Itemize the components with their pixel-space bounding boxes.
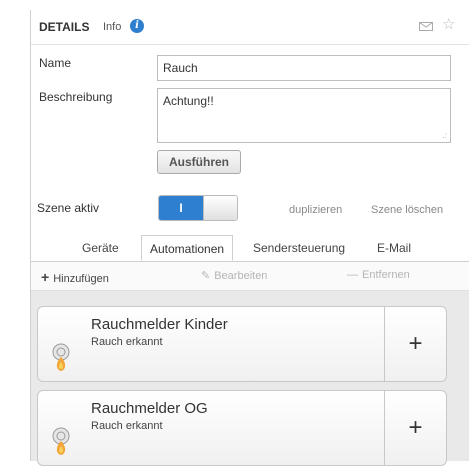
tab-email[interactable]: E-Mail	[377, 241, 411, 255]
remove-label: Entfernen	[362, 269, 410, 281]
list-item[interactable]: Rauchmelder Kinder Rauch erkannt +	[37, 306, 447, 382]
description-label: Beschreibung	[39, 90, 113, 104]
plus-icon[interactable]: +	[385, 391, 446, 465]
minus-icon: —	[347, 269, 358, 281]
automation-title: Rauchmelder OG	[91, 400, 208, 417]
details-panel: DETAILS Info i ☆ Name Rauch Beschreibung…	[30, 10, 469, 466]
name-field[interactable]: Rauch	[157, 55, 451, 81]
edit-button[interactable]: ✎ Bearbeiten	[201, 269, 267, 282]
delete-scene-link[interactable]: Szene löschen	[371, 204, 443, 216]
edit-label: Bearbeiten	[214, 270, 268, 282]
tab-devices[interactable]: Geräte	[82, 241, 119, 255]
remove-button[interactable]: — Entfernen	[347, 269, 410, 281]
automation-title: Rauchmelder Kinder	[91, 316, 228, 333]
name-label: Name	[39, 56, 72, 70]
execute-button[interactable]: Ausführen	[157, 150, 241, 174]
pencil-icon: ✎	[201, 270, 211, 282]
tab-transmitter-control[interactable]: Sendersteuerung	[253, 241, 345, 255]
add-label: Hinzufügen	[53, 273, 109, 285]
automation-toolbar: + Hinzufügen ✎ Bearbeiten — Entfernen	[31, 262, 469, 291]
details-header: DETAILS Info i ☆	[31, 10, 469, 45]
automation-status: Rauch erkannt	[91, 420, 163, 432]
tab-bar: Geräte Automationen Sendersteuerung E-Ma…	[31, 235, 469, 262]
add-button[interactable]: + Hinzufügen	[41, 269, 109, 285]
list-item[interactable]: Rauchmelder OG Rauch erkannt +	[37, 390, 447, 466]
description-text: Achtung!!	[163, 94, 214, 108]
automation-status: Rauch erkannt	[91, 336, 163, 348]
plus-icon: +	[41, 269, 50, 285]
details-title: DETAILS	[39, 20, 90, 34]
scene-active-label: Szene aktiv	[37, 201, 100, 215]
info-icon[interactable]: i	[130, 19, 144, 33]
smoke-detector-icon	[52, 343, 70, 371]
scene-active-toggle[interactable]: I	[158, 195, 238, 221]
toggle-on-segment: I	[159, 196, 203, 220]
star-icon[interactable]: ☆	[442, 15, 455, 33]
plus-icon[interactable]: +	[385, 307, 446, 381]
toggle-knob	[203, 196, 237, 220]
automation-list: Rauchmelder Kinder Rauch erkannt + Rauch…	[31, 291, 469, 466]
description-field[interactable]: Achtung!! .:	[157, 88, 451, 143]
tab-automations[interactable]: Automationen	[141, 235, 234, 261]
smoke-detector-icon	[52, 427, 70, 455]
duplicate-link[interactable]: duplizieren	[289, 204, 342, 216]
mail-icon[interactable]	[419, 22, 433, 31]
details-subtitle: Info	[103, 21, 122, 33]
resize-grip-icon[interactable]: .:	[443, 131, 447, 140]
